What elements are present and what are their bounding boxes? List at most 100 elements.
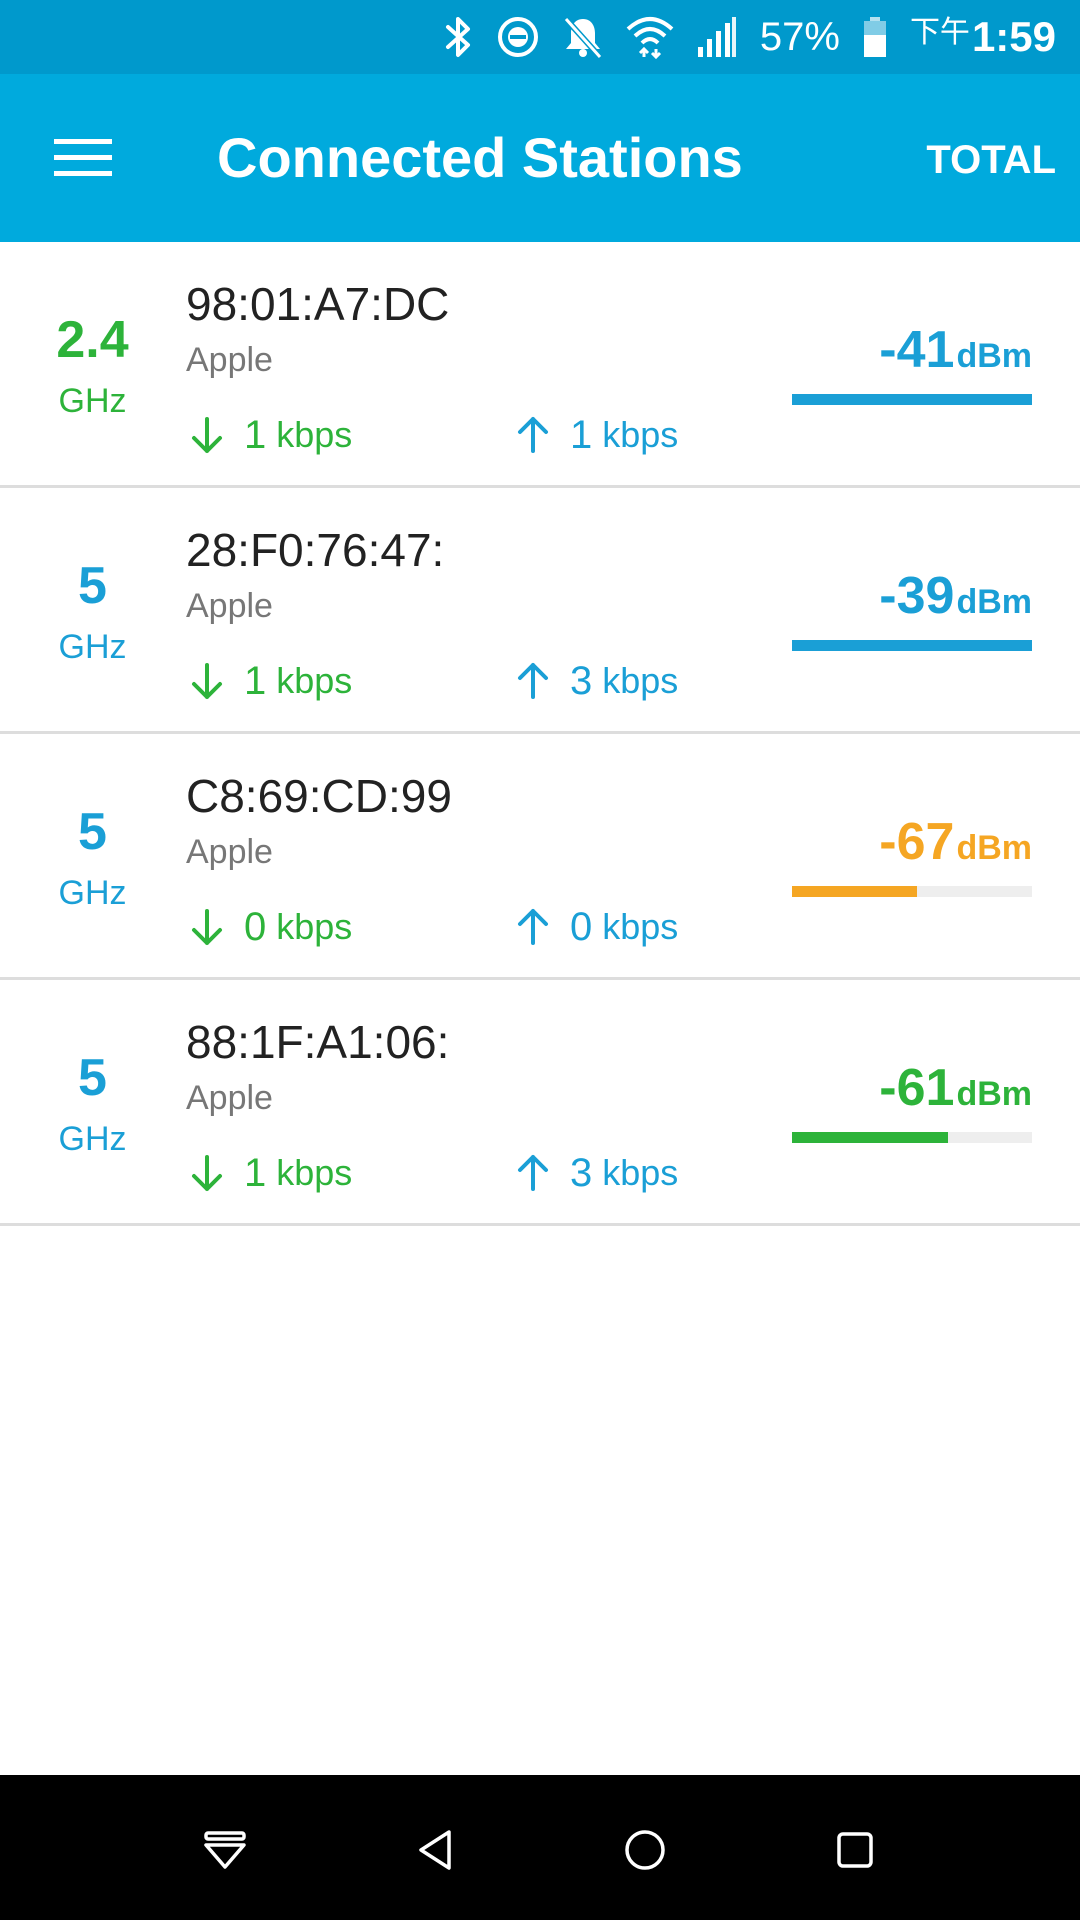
dnd-icon [496,15,540,59]
vendor-name: Apple [186,1079,273,1117]
band-indicator: 5 GHz [0,734,185,980]
battery-icon [862,15,888,59]
hide-keyboard-icon [204,1831,246,1869]
mac-address: C8:69:CD:99 [186,770,450,822]
mac-address: 98:01:A7:DC [186,278,450,330]
upload-value: 1 [570,413,593,457]
upload-rate: 0 kbps [516,902,678,952]
menu-button[interactable] [40,120,126,196]
signal-bar [792,640,1032,651]
download-unit: kbps [276,660,353,701]
upload-unit: kbps [602,1152,679,1193]
arrow-up-icon [518,909,548,945]
station-row[interactable]: 2.4 GHz 98:01:A7:DC Apple 1 kbps 1 kbps … [0,242,1080,488]
band-unit: GHz [58,874,127,912]
band-indicator: 5 GHz [0,980,185,1226]
download-rate: 0 kbps [190,902,352,952]
status-bar: 57% 下午 1:59 [0,0,1080,74]
back-button[interactable] [400,1815,470,1885]
download-unit: kbps [276,906,353,947]
hamburger-menu-icon [54,139,112,176]
vendor-name: Apple [186,833,273,871]
download-rate: 1 kbps [190,1148,352,1198]
arrow-down-icon [192,417,222,453]
signal-unit: dBm [956,829,1032,867]
arrow-up-icon [518,663,548,699]
upload-value: 3 [570,1151,593,1195]
signal-bar-fill [792,640,1032,651]
download-unit: kbps [276,414,353,455]
download-value: 1 [244,1151,267,1195]
download-unit: kbps [276,1152,353,1193]
clock: 下午 1:59 [910,7,1056,67]
total-button[interactable]: TOTAL [926,138,1056,182]
band-value: 5 [78,1049,107,1107]
download-value: 1 [244,659,267,703]
signal-unit: dBm [956,1075,1032,1113]
arrow-up-icon [518,1155,548,1191]
download-value: 1 [244,413,267,457]
station-row[interactable]: 5 GHz 88:1F:A1:06: Apple 1 kbps 3 kbps -… [0,980,1080,1226]
upload-rate: 1 kbps [516,410,678,460]
bell-off-icon [562,15,604,59]
download-rate: 1 kbps [190,410,352,460]
download-rate: 1 kbps [190,656,352,706]
back-icon [419,1830,451,1870]
signal-bar [792,886,1032,897]
band-value: 5 [78,557,107,615]
signal-bar [792,394,1032,405]
arrow-down-icon [192,1155,222,1191]
vendor-name: Apple [186,341,273,379]
station-list: 2.4 GHz 98:01:A7:DC Apple 1 kbps 1 kbps … [0,242,1080,1226]
signal-strength: -39 dBm [879,568,1032,624]
signal-strength: -61 dBm [879,1060,1032,1116]
station-row[interactable]: 5 GHz C8:69:CD:99 Apple 0 kbps 0 kbps -6… [0,734,1080,980]
band-indicator: 2.4 GHz [0,242,185,488]
signal-bar-fill [792,394,1032,405]
wifi-icon [626,15,674,59]
home-icon [625,1830,665,1870]
time: 1:59 [971,13,1056,60]
signal-icon [696,15,738,59]
band-unit: GHz [58,382,127,420]
page-title: Connected Stations [217,126,743,189]
recents-button[interactable] [820,1815,890,1885]
time-period: 下午 [909,16,970,49]
band-value: 5 [78,803,107,861]
band-indicator: 5 GHz [0,488,185,734]
signal-value: -41 [879,321,955,379]
hide-keyboard-button[interactable] [190,1815,260,1885]
signal-bar [792,1132,1032,1143]
arrow-up-icon [518,417,548,453]
signal-bar-fill [792,1132,948,1143]
upload-value: 3 [570,659,593,703]
band-unit: GHz [58,628,127,666]
signal-value: -39 [879,567,955,625]
mac-address: 88:1F:A1:06: [186,1016,450,1068]
signal-unit: dBm [956,337,1032,375]
band-value: 2.4 [56,311,129,369]
signal-unit: dBm [956,583,1032,621]
navigation-bar [0,1775,1080,1920]
app-bar: Connected Stations TOTAL [0,74,1080,242]
upload-rate: 3 kbps [516,656,678,706]
download-value: 0 [244,905,267,949]
bluetooth-icon [444,15,474,59]
upload-unit: kbps [602,906,679,947]
station-row[interactable]: 5 GHz 28:F0:76:47: Apple 1 kbps 3 kbps -… [0,488,1080,734]
recents-icon [837,1832,873,1868]
signal-value: -67 [879,813,955,871]
upload-unit: kbps [602,414,679,455]
signal-strength: -41 dBm [879,322,1032,378]
vendor-name: Apple [186,587,273,625]
arrow-down-icon [192,909,222,945]
signal-bar-fill [792,886,917,897]
band-unit: GHz [58,1120,127,1158]
battery-percent: 57% [759,14,840,59]
signal-value: -61 [879,1059,955,1117]
home-button[interactable] [610,1815,680,1885]
arrow-down-icon [192,663,222,699]
signal-strength: -67 dBm [879,814,1032,870]
upload-rate: 3 kbps [516,1148,678,1198]
upload-unit: kbps [602,660,679,701]
